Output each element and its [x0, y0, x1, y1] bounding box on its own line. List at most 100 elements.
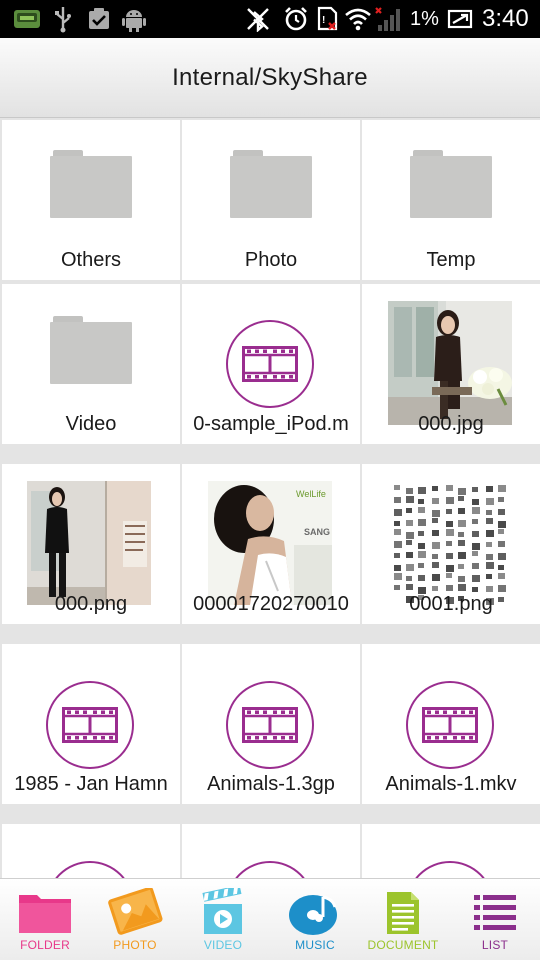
text-glyph [458, 540, 465, 546]
text-glyph [406, 576, 412, 581]
grid-item-folder[interactable]: Video [2, 284, 180, 444]
text-glyph [446, 565, 454, 572]
text-glyph [498, 529, 504, 534]
grid-item-image[interactable]: WelLife SANG 00001720270010 [182, 464, 360, 624]
text-glyph [486, 510, 492, 515]
text-glyph [432, 574, 440, 581]
video-icon [178, 887, 268, 939]
clipboard-check-icon [86, 5, 112, 33]
text-glyph [432, 518, 438, 523]
text-glyph [486, 562, 494, 569]
text-glyph [394, 529, 401, 535]
text-glyph [486, 554, 493, 560]
usb-icon [52, 5, 74, 33]
film-strip-icon [226, 681, 314, 769]
grid-item-folder[interactable]: Photo [182, 120, 360, 280]
nav-label: MUSIC [295, 938, 335, 952]
text-glyph [432, 554, 438, 559]
svg-text:!: ! [322, 15, 325, 26]
grid-item-image[interactable]: 0001.png [362, 464, 540, 624]
wifi-icon [344, 5, 372, 33]
text-glyph [418, 551, 426, 558]
text-glyph [432, 486, 438, 491]
film-strip-icon [46, 861, 134, 878]
item-label: 1985 - Jan Hamn [14, 773, 168, 795]
folder-icon [50, 316, 132, 384]
text-glyph [406, 496, 414, 503]
text-glyph [394, 485, 400, 490]
text-glyph [498, 509, 505, 515]
grid-item-folder[interactable]: Temp [362, 120, 540, 280]
text-glyph [486, 518, 493, 524]
text-glyph [406, 552, 413, 558]
nav-document[interactable]: DOCUMENT [358, 879, 448, 960]
item-label: Animals-1.3gp [207, 773, 335, 795]
grid-item-video[interactable]: Animals-1.mkv [362, 644, 540, 804]
text-glyph [418, 507, 425, 513]
grid-item-image[interactable]: 000.jpg [362, 284, 540, 444]
clock: 3:40 [482, 5, 529, 32]
text-glyph [472, 575, 480, 582]
text-glyph [486, 486, 493, 492]
folder-icon [50, 150, 132, 218]
text-glyph [446, 521, 453, 527]
text-glyph [394, 553, 400, 558]
grid-item-video[interactable]: 0-sample_iPod.m [182, 284, 360, 444]
text-glyph [406, 584, 413, 590]
text-glyph [458, 576, 465, 582]
item-label: Video [65, 413, 117, 435]
grid-item-video[interactable] [2, 824, 180, 878]
text-glyph [394, 509, 402, 516]
nav-label: FOLDER [20, 938, 70, 952]
text-glyph [498, 553, 506, 560]
text-glyph [446, 485, 453, 491]
text-glyph [446, 573, 452, 578]
music-icon [270, 887, 360, 939]
sd-card-icon [12, 5, 42, 33]
image-thumbnail [27, 481, 151, 605]
item-label: Photo [244, 249, 298, 271]
grid-item-video[interactable] [362, 824, 540, 878]
grid-item-image[interactable]: 000.png [2, 464, 180, 624]
text-glyph [458, 488, 466, 495]
text-glyph [406, 508, 412, 513]
text-glyph [394, 565, 401, 571]
item-label: Others [60, 249, 122, 271]
grid-item-video[interactable]: 1985 - Jan Hamn [2, 644, 180, 804]
folder-icon [0, 887, 90, 939]
nav-label: LIST [481, 938, 509, 952]
nav-folder[interactable]: FOLDER [0, 879, 90, 960]
item-label: 000.jpg [418, 413, 484, 435]
nav-photo[interactable]: PHOTO [90, 879, 180, 960]
text-glyph [458, 584, 466, 591]
text-glyph [418, 519, 426, 526]
text-glyph [472, 507, 480, 514]
text-glyph [458, 520, 466, 527]
battery-percent: 1% [410, 8, 439, 30]
path-header: Internal/SkyShare [0, 38, 540, 118]
nav-video[interactable]: VIDEO [178, 879, 268, 960]
text-glyph [498, 541, 505, 547]
grid-item-video[interactable]: Animals-1.3gp [182, 644, 360, 804]
page-title: Internal/SkyShare [172, 63, 368, 91]
grid-item-video[interactable] [182, 824, 360, 878]
text-glyph [458, 496, 464, 501]
text-glyph [486, 498, 494, 505]
text-glyph [406, 488, 413, 494]
battery-charging-icon [446, 5, 474, 33]
nav-label: VIDEO [203, 938, 243, 952]
text-glyph [446, 497, 454, 504]
nav-music[interactable]: MUSIC [270, 879, 360, 960]
file-grid[interactable]: Others Photo Temp Video 0-sample_iPod.m [0, 118, 540, 878]
text-glyph [472, 499, 479, 505]
alarm-icon [282, 5, 310, 33]
text-glyph [418, 563, 424, 568]
text-glyph [446, 529, 454, 536]
item-label: 000.png [54, 593, 128, 615]
text-glyph [458, 508, 465, 514]
grid-item-folder[interactable]: Others [2, 120, 180, 280]
nav-list[interactable]: LIST [450, 879, 540, 960]
bottom-nav: FOLDER PHOTO VIDEO MUSIC DOCUMENT LIST [0, 878, 540, 960]
item-label: Temp [426, 249, 476, 271]
item-label: Animals-1.mkv [385, 773, 517, 795]
